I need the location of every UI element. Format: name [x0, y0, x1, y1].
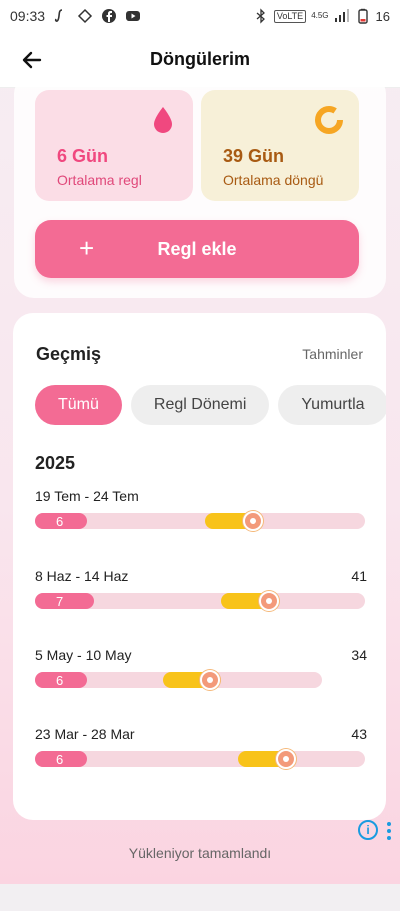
- ovulation-marker-icon: [259, 591, 279, 611]
- cycle-date-range: 19 Tem - 24 Tem: [35, 488, 139, 504]
- average-cycle-label: Ortalama döngü: [223, 172, 324, 188]
- filter-chip-period[interactable]: Regl Dönemi: [130, 385, 270, 425]
- network-generation: 4.5G: [311, 11, 329, 20]
- cycle-length: 41: [351, 568, 367, 584]
- average-period-label: Ortalama regl: [57, 172, 142, 188]
- plus-icon: +: [79, 233, 95, 263]
- cycle-bar: 6: [35, 670, 322, 690]
- ad-info-icon[interactable]: i: [358, 820, 378, 840]
- back-button[interactable]: [18, 46, 46, 74]
- add-period-label: Regl ekle: [157, 238, 237, 259]
- ovulation-marker-icon: [200, 670, 220, 690]
- ad-banner-area: [0, 884, 400, 911]
- period-segment: 6: [35, 751, 87, 767]
- battery-level: 16: [375, 8, 390, 24]
- cycle-row[interactable]: 23 Mar - 28 Mar 43 6: [35, 726, 367, 786]
- cycle-row[interactable]: 5 May - 10 May 34 6: [35, 647, 367, 707]
- battery-low-icon: [355, 8, 371, 24]
- cycle-date-range: 8 Haz - 14 Haz: [35, 568, 129, 584]
- period-segment: 6: [35, 513, 87, 529]
- average-period-value: 6 Gün: [57, 146, 109, 166]
- period-segment: 6: [35, 672, 87, 688]
- ovulation-marker-icon: [243, 511, 263, 531]
- cycle-date-range: 23 Mar - 28 Mar: [35, 726, 135, 742]
- summary-card: 6 Gün Ortalama regl 39 Gün Ortalama döng…: [14, 74, 386, 298]
- history-title: Geçmiş: [36, 344, 102, 364]
- diamond-notification-icon: [77, 8, 93, 24]
- volte-badge: VoLTE: [273, 9, 307, 23]
- add-period-button[interactable]: + Regl ekle: [35, 220, 359, 278]
- cycle-length: 34: [351, 647, 367, 663]
- ring-icon: [315, 106, 343, 134]
- signal-icon: [334, 8, 350, 24]
- average-period-card: 6 Gün Ortalama regl: [35, 90, 193, 201]
- filter-chip-all[interactable]: Tümü: [35, 385, 122, 425]
- predictions-link[interactable]: Tahminler: [302, 346, 363, 362]
- filter-chip-ovulation[interactable]: Yumurtla: [278, 385, 386, 425]
- cycle-length: 43: [351, 726, 367, 742]
- period-segment: 7: [35, 593, 94, 609]
- bluetooth-icon: [253, 8, 269, 24]
- app-notification-icon: [53, 8, 69, 24]
- cycle-bar: 6: [35, 749, 365, 769]
- page-title: Döngülerim: [149, 49, 250, 69]
- average-cycle-value: 39 Gün: [223, 146, 285, 166]
- average-cycle-card: 39 Gün Ortalama döngü: [201, 90, 359, 201]
- cycle-bar: 7: [35, 591, 365, 611]
- cycle-row[interactable]: 19 Tem - 24 Tem 6: [35, 488, 365, 548]
- drop-icon: [154, 107, 172, 133]
- status-bar: 09:33 VoLTE 4.5G 16: [0, 0, 400, 32]
- filter-chips: Tümü Regl Dönemi Yumurtla: [35, 385, 386, 425]
- year-heading: 2025: [35, 453, 76, 473]
- arrow-left-icon: [22, 51, 42, 69]
- loading-status: Yükleniyor tamamlandı: [128, 845, 272, 861]
- cycle-date-range: 5 May - 10 May: [35, 647, 132, 663]
- cycle-bar: 6: [35, 511, 365, 531]
- ovulation-marker-icon: [276, 749, 296, 769]
- facebook-icon: [101, 8, 117, 24]
- ad-menu-icon[interactable]: [386, 822, 392, 840]
- status-time: 09:33: [10, 8, 46, 24]
- history-card: Geçmiş Tahminler Tümü Regl Dönemi Yumurt…: [13, 313, 386, 820]
- cycle-row[interactable]: 8 Haz - 14 Haz 41 7: [35, 568, 367, 628]
- youtube-icon: [125, 8, 141, 24]
